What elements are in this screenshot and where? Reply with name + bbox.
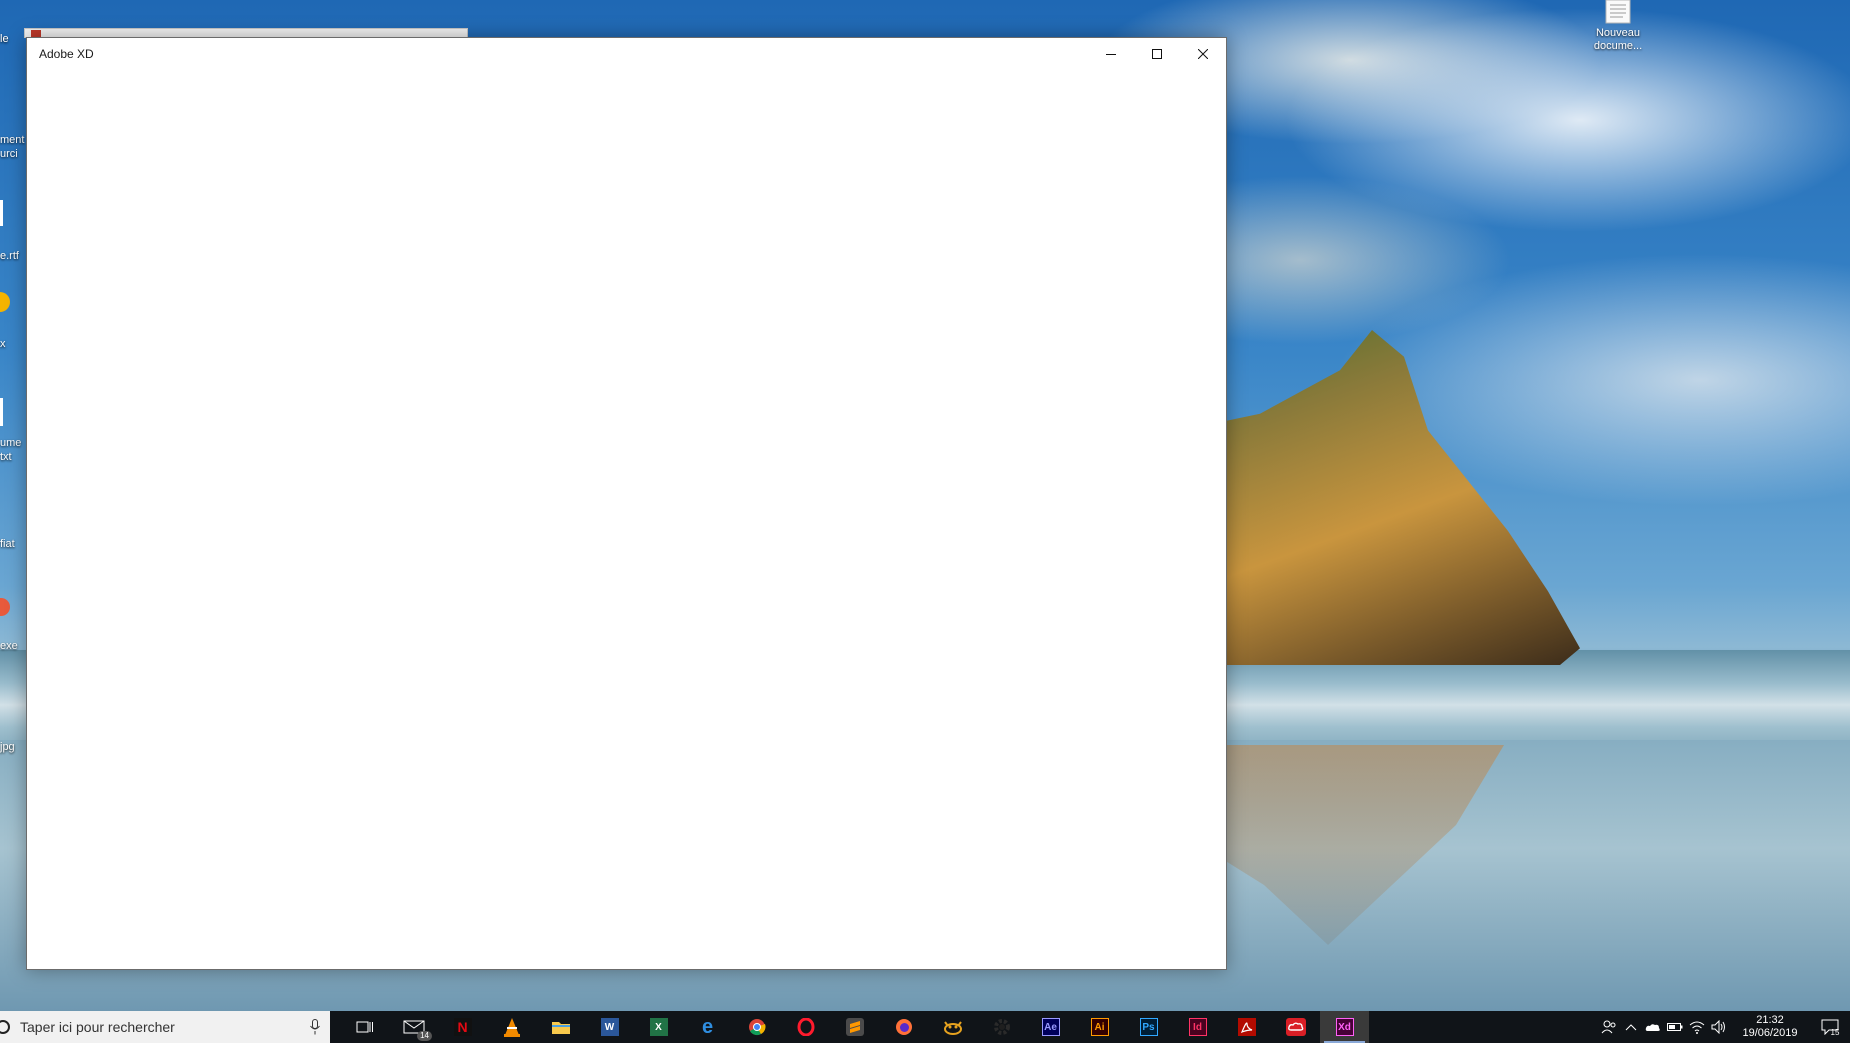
desktop-icon-label[interactable]: x — [0, 338, 6, 351]
volume-button[interactable] — [1708, 1011, 1730, 1043]
vlc-icon — [503, 1018, 520, 1037]
onedrive-button[interactable] — [1642, 1011, 1664, 1043]
taskbar-indesign[interactable]: Id — [1173, 1011, 1222, 1043]
minimize-button[interactable] — [1088, 38, 1134, 70]
desktop-icon-label[interactable]: e.rtf — [0, 250, 19, 263]
close-button[interactable] — [1180, 38, 1226, 70]
folder-icon — [551, 1022, 570, 1034]
window-title: Adobe XD — [39, 47, 94, 61]
wifi-icon — [1689, 1021, 1705, 1034]
taskbar-gimp[interactable] — [928, 1011, 977, 1043]
taskbar-task-view[interactable] — [340, 1011, 389, 1043]
clock-time: 21:32 — [1756, 1014, 1784, 1026]
taskbar-apps: 14 N W X e Ae Ai Ps Id Xd — [340, 1011, 1369, 1043]
taskbar-after-effects[interactable]: Ae — [1026, 1011, 1075, 1043]
minimize-icon — [1106, 54, 1116, 55]
notification-count: 15 — [1830, 1027, 1840, 1037]
adobe-xd-window: Adobe XD — [26, 37, 1227, 970]
speaker-icon — [1711, 1020, 1725, 1034]
netflix-icon: N — [453, 1018, 472, 1036]
taskbar-file-explorer[interactable] — [536, 1011, 585, 1043]
close-icon — [1198, 49, 1208, 59]
gear-icon — [993, 1019, 1010, 1035]
cortana-icon — [0, 1020, 10, 1034]
firefox-icon — [895, 1019, 912, 1035]
show-hidden-icons-button[interactable] — [1620, 1011, 1642, 1043]
indesign-icon: Id — [1188, 1018, 1207, 1036]
desktop-icon-label[interactable]: fiat — [0, 538, 15, 551]
maximize-icon — [1152, 49, 1162, 59]
people-icon — [1601, 1020, 1616, 1034]
opera-icon — [797, 1018, 814, 1036]
sublime-icon — [845, 1018, 864, 1036]
window-content[interactable] — [27, 70, 1226, 969]
taskbar-acrobat[interactable] — [1222, 1011, 1271, 1043]
taskbar-chrome[interactable] — [732, 1011, 781, 1043]
taskbar: 14 N W X e — [0, 1011, 1850, 1043]
window-controls — [1088, 38, 1226, 70]
edge-icon: e — [701, 1015, 714, 1038]
desktop-icon-label[interactable]: jpg — [0, 741, 15, 754]
search-input[interactable] — [20, 1019, 280, 1035]
taskbar-settings[interactable] — [977, 1011, 1026, 1043]
system-tray: 21:32 19/06/2019 15 — [1598, 1011, 1850, 1043]
taskbar-creative-cloud[interactable] — [1271, 1011, 1320, 1043]
taskbar-mail[interactable]: 14 — [389, 1011, 438, 1043]
excel-icon: X — [649, 1018, 668, 1036]
battery-icon — [1667, 1023, 1683, 1031]
gimp-icon — [943, 1021, 962, 1035]
desktop-icon-label[interactable]: txt — [0, 451, 12, 464]
taskbar-sublime[interactable] — [830, 1011, 879, 1043]
xd-icon: Xd — [1335, 1018, 1354, 1036]
word-icon: W — [600, 1018, 619, 1036]
desktop-icon-label: Nouveau docume... — [1593, 27, 1643, 52]
desktop-icon-label[interactable]: ume — [0, 437, 21, 450]
document-icon[interactable] — [0, 398, 3, 426]
microphone-icon[interactable] — [310, 1019, 320, 1035]
wallpaper-rock — [1180, 330, 1580, 665]
desktop-icon-label[interactable]: le — [0, 33, 9, 46]
desktop-icon-label[interactable]: exe — [0, 640, 18, 653]
task-view-icon — [356, 1021, 373, 1033]
chevron-up-icon — [1625, 1024, 1637, 1031]
action-center-button[interactable]: 15 — [1810, 1011, 1850, 1043]
desktop-icon-label[interactable]: ment — [0, 134, 24, 147]
text-document-icon — [1605, 0, 1631, 24]
taskbar-firefox[interactable] — [879, 1011, 928, 1043]
cloud-icon — [1645, 1024, 1660, 1031]
network-button[interactable] — [1686, 1011, 1708, 1043]
taskbar-illustrator[interactable]: Ai — [1075, 1011, 1124, 1043]
taskbar-photoshop[interactable]: Ps — [1124, 1011, 1173, 1043]
chrome-icon — [748, 1019, 766, 1036]
taskbar-word[interactable]: W — [585, 1011, 634, 1043]
taskbar-xd[interactable]: Xd — [1320, 1011, 1369, 1043]
taskbar-clock[interactable]: 21:32 19/06/2019 — [1730, 1014, 1810, 1040]
desktop-icon-label[interactable]: urci — [0, 148, 18, 161]
desktop-icon-new-document[interactable]: Nouveau docume... — [1582, 0, 1654, 53]
document-icon[interactable] — [0, 200, 3, 226]
search-box[interactable] — [0, 1011, 330, 1043]
window-titlebar[interactable]: Adobe XD — [27, 38, 1226, 70]
mail-badge: 14 — [417, 1031, 432, 1041]
creative-cloud-icon — [1285, 1018, 1306, 1036]
battery-button[interactable] — [1664, 1011, 1686, 1043]
taskbar-edge[interactable]: e — [683, 1011, 732, 1043]
illustrator-icon: Ai — [1090, 1018, 1109, 1036]
maximize-button[interactable] — [1134, 38, 1180, 70]
after-effects-icon: Ae — [1041, 1018, 1060, 1036]
taskbar-opera[interactable] — [781, 1011, 830, 1043]
photoshop-icon: Ps — [1139, 1018, 1158, 1036]
people-button[interactable] — [1598, 1011, 1620, 1043]
clock-date: 19/06/2019 — [1742, 1027, 1798, 1039]
taskbar-vlc[interactable] — [487, 1011, 536, 1043]
taskbar-netflix[interactable]: N — [438, 1011, 487, 1043]
taskbar-excel[interactable]: X — [634, 1011, 683, 1043]
acrobat-icon — [1237, 1018, 1256, 1036]
